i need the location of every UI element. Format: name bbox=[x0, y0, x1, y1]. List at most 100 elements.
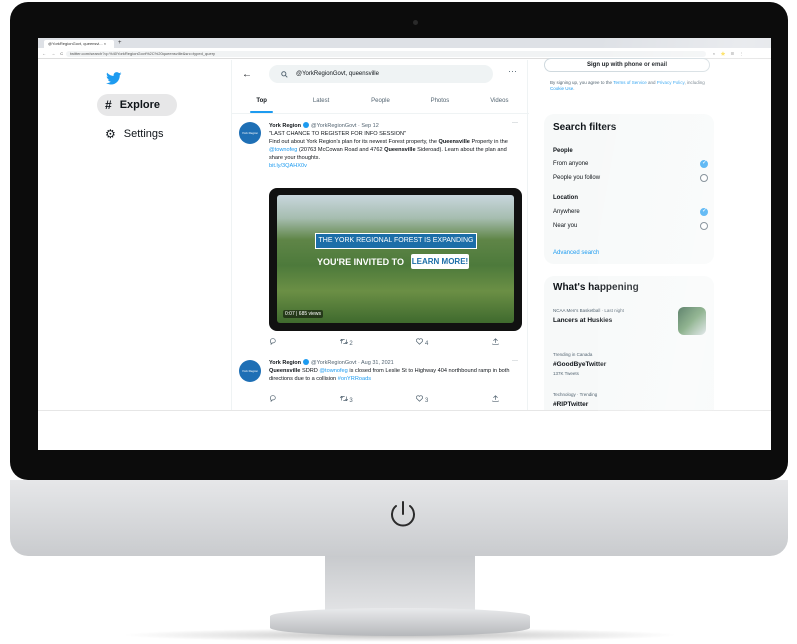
trend-meta: Technology · Trending bbox=[553, 392, 598, 397]
terms-text: . bbox=[573, 86, 575, 91]
tweet-text-span: SDRD bbox=[300, 368, 320, 374]
retweet-count: 2 bbox=[349, 341, 353, 347]
camera-icon bbox=[413, 20, 418, 25]
tweet-text-span: Property in the bbox=[469, 139, 508, 145]
retweet-button[interactable]: 3 bbox=[339, 395, 353, 404]
terms-of-service-link[interactable]: Terms of Service bbox=[613, 80, 647, 85]
filter-option-from-anyone[interactable]: From anyone bbox=[553, 159, 708, 168]
tab-photos[interactable]: Photos bbox=[410, 92, 469, 113]
tweet-text: "LAST CHANCE TO REGISTER FOR INFO SESSIO… bbox=[269, 130, 521, 170]
tab-latest[interactable]: Latest bbox=[291, 92, 350, 113]
tweet-author[interactable]: York Region bbox=[269, 360, 301, 366]
like-button[interactable]: 3 bbox=[416, 395, 428, 404]
search-input[interactable]: @YorkRegionGovt, queensville bbox=[269, 65, 493, 83]
advanced-search-link[interactable]: Advanced search bbox=[553, 250, 599, 256]
search-results-column: ← @YorkRegionGovt, queensville ··· Top L… bbox=[231, 60, 529, 450]
tab-videos[interactable]: Videos bbox=[470, 92, 529, 113]
screen-bottom-area bbox=[38, 410, 771, 450]
share-button[interactable] bbox=[492, 338, 499, 347]
trend-meta: Trending in Canada bbox=[553, 352, 593, 357]
like-button[interactable]: 4 bbox=[416, 338, 428, 347]
tweet-more-icon[interactable]: ··· bbox=[512, 358, 518, 364]
privacy-policy-link[interactable]: Privacy Policy bbox=[657, 80, 685, 85]
filter-option-anywhere[interactable]: Anywhere bbox=[553, 207, 708, 216]
gear-icon: ⚙ bbox=[105, 127, 116, 141]
like-count: 4 bbox=[425, 341, 429, 347]
radio-checked-icon[interactable] bbox=[700, 159, 708, 168]
trend-count: 137K Tweets bbox=[553, 371, 579, 376]
tweet-link[interactable]: bit.ly/3QAHX0v bbox=[269, 162, 521, 170]
search-tabs: Top Latest People Photos Videos bbox=[232, 92, 529, 114]
power-icon[interactable] bbox=[385, 496, 421, 532]
retweet-icon bbox=[339, 339, 348, 344]
trend-title[interactable]: #RIPTwitter bbox=[553, 401, 588, 408]
video-banner-title: THE YORK REGIONAL FOREST IS EXPANDING bbox=[315, 233, 477, 249]
address-bar[interactable]: twitter.com/search?q=%40YorkRegionGovt%2… bbox=[66, 51, 706, 57]
radio-checked-icon[interactable] bbox=[700, 207, 708, 216]
video-thumbnail: THE YORK REGIONAL FOREST IS EXPANDING YO… bbox=[277, 195, 514, 323]
tweet-bold: Queensville bbox=[384, 147, 416, 153]
screen: @YorkRegionGovt, queensvi... × + ← → C ⌂… bbox=[38, 38, 771, 450]
share-icon bbox=[492, 338, 499, 345]
radio-unchecked-icon[interactable] bbox=[700, 222, 708, 230]
terms-text: and bbox=[646, 80, 657, 85]
reply-icon bbox=[269, 338, 276, 346]
tweet-more-icon[interactable]: ··· bbox=[512, 120, 518, 126]
verified-icon bbox=[303, 122, 309, 128]
tab-people[interactable]: People bbox=[351, 92, 410, 113]
browser-tab-bar: @YorkRegionGovt, queensvi... × + bbox=[38, 38, 771, 48]
close-icon[interactable]: × bbox=[104, 41, 106, 46]
filter-option-people-you-follow[interactable]: People you follow bbox=[553, 174, 708, 182]
signup-button[interactable]: Sign up with phone or email bbox=[544, 58, 710, 72]
filter-people-heading: People bbox=[553, 148, 573, 154]
trend-title[interactable]: #GoodByeTwitter bbox=[553, 361, 606, 368]
twitter-logo-icon[interactable] bbox=[106, 72, 122, 85]
more-options-icon[interactable]: ··· bbox=[508, 66, 517, 76]
trend-thumbnail[interactable] bbox=[678, 307, 706, 335]
cookie-use-link[interactable]: Cookie Use bbox=[550, 86, 573, 91]
browser-tool-icons[interactable]: ◐ ⭐ ☰ ⋮ bbox=[713, 51, 745, 56]
trend-title[interactable]: Lancers at Huskies bbox=[553, 317, 612, 324]
tweet-bold: Queensville bbox=[269, 368, 301, 374]
video-banner-subtitle: YOU'RE INVITED TO bbox=[317, 257, 404, 267]
reply-button[interactable] bbox=[269, 395, 276, 404]
back-arrow-icon[interactable]: ← bbox=[242, 69, 252, 80]
new-tab-icon[interactable]: + bbox=[118, 40, 122, 46]
filter-option-label: Anywhere bbox=[553, 209, 580, 215]
verified-icon bbox=[303, 359, 309, 365]
filter-option-label: From anyone bbox=[553, 161, 589, 167]
reply-button[interactable] bbox=[269, 338, 276, 347]
tweet-author[interactable]: York Region bbox=[269, 123, 301, 129]
reply-icon bbox=[269, 395, 276, 403]
monitor-chin bbox=[10, 480, 788, 556]
nav-settings[interactable]: ⚙ Settings bbox=[97, 124, 177, 144]
heart-icon bbox=[416, 338, 424, 345]
filter-option-label: People you follow bbox=[553, 175, 601, 181]
avatar[interactable]: York Region bbox=[239, 122, 261, 144]
tweet-video[interactable]: THE YORK REGIONAL FOREST IS EXPANDING YO… bbox=[269, 188, 522, 331]
browser-tab[interactable]: @YorkRegionGovt, queensvi... × bbox=[44, 40, 114, 48]
tweet-mention[interactable]: @townofeg bbox=[269, 147, 297, 153]
tweet-text-line: "LAST CHANCE TO REGISTER FOR INFO SESSIO… bbox=[269, 131, 407, 137]
browser-tab-title: @YorkRegionGovt, queensvi... bbox=[48, 41, 103, 46]
terms-text: , including bbox=[684, 80, 705, 85]
tweet-mention[interactable]: @townofeg bbox=[319, 368, 347, 374]
monitor-stand-foot bbox=[270, 608, 530, 636]
tweet-text: Queensville SDRD @townofeg is closed fro… bbox=[269, 367, 521, 383]
tweet-hashtag[interactable]: #onYRRoads bbox=[338, 376, 371, 382]
avatar[interactable]: York Region bbox=[239, 360, 261, 382]
retweet-button[interactable]: 2 bbox=[339, 338, 353, 347]
tweet-actions: 2 4 bbox=[269, 338, 499, 347]
nav-explore[interactable]: # Explore bbox=[97, 94, 177, 116]
retweet-icon bbox=[339, 396, 348, 401]
share-button[interactable] bbox=[492, 395, 499, 404]
tab-top[interactable]: Top bbox=[232, 92, 291, 113]
share-icon bbox=[492, 395, 499, 402]
stage: @YorkRegionGovt, queensvi... × + ← → C ⌂… bbox=[0, 0, 797, 644]
radio-unchecked-icon[interactable] bbox=[700, 174, 708, 182]
video-timestamp: 0:07 | 685 views bbox=[283, 310, 324, 318]
monitor-stand-neck bbox=[325, 556, 475, 612]
nav-explore-label: Explore bbox=[119, 99, 161, 111]
filter-option-near-you[interactable]: Near you bbox=[553, 222, 708, 230]
tweet-text-span: Find out about York Region's plan for it… bbox=[269, 139, 439, 145]
